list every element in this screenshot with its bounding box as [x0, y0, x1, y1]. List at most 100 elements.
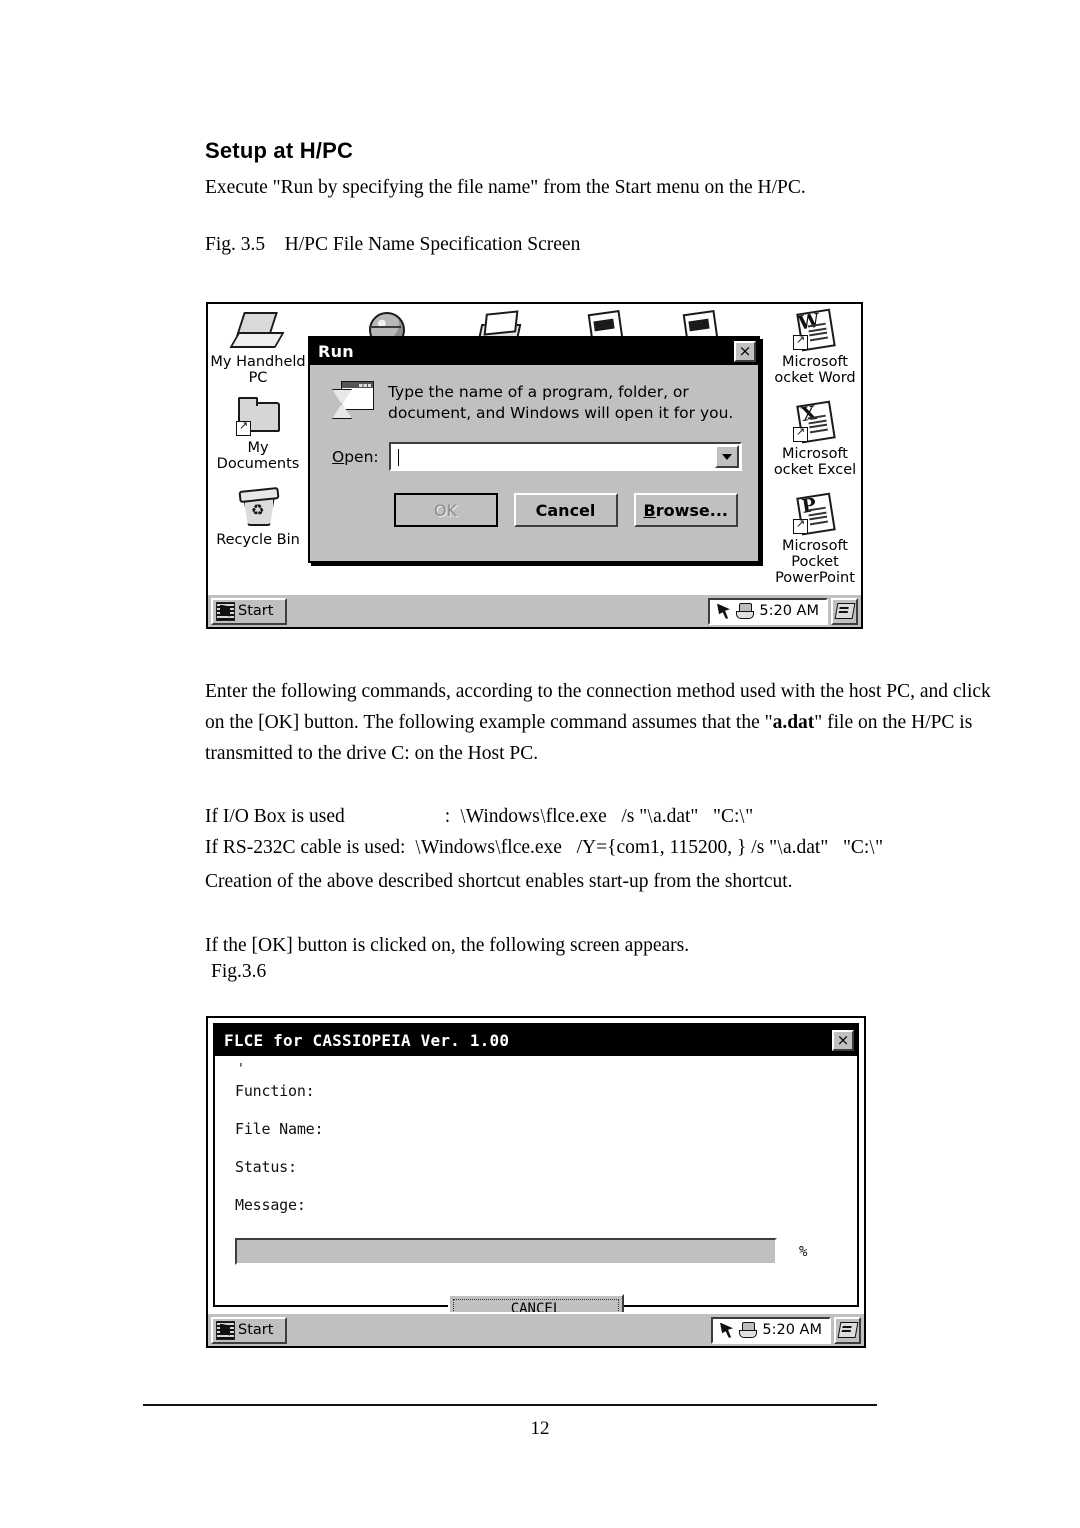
- document-page: Setup at H/PC Execute "Run by specifying…: [0, 0, 1080, 1528]
- run-dialog-description: Type the name of a program, folder, or d…: [388, 379, 733, 424]
- tick-mark: ': [237, 1062, 245, 1077]
- desktop-icon-pocket-excel[interactable]: X Microsoft ocket Excel: [760, 400, 861, 478]
- percent-label: %: [799, 1243, 808, 1260]
- command-drive-2: "C:: [842, 837, 870, 858]
- command-exe-2: flce.exe: [500, 837, 562, 858]
- open-label-rest: pen:: [344, 447, 379, 466]
- desktop-icon-label-2: PC: [248, 370, 268, 386]
- text-caret: [397, 448, 400, 466]
- show-desktop-button[interactable]: [831, 597, 858, 625]
- flce-field-status: Status:: [235, 1158, 297, 1176]
- command-iobox-switches: /s ": [621, 806, 648, 827]
- clock[interactable]: 5:20 AM: [759, 603, 819, 619]
- command-iobox-colon: :: [444, 806, 451, 827]
- footer-divider: [143, 1404, 877, 1406]
- desktop-icon-label: Microsoft: [782, 538, 848, 554]
- run-open-row: Open:: [326, 442, 742, 471]
- open-label: Open:: [332, 448, 379, 466]
- command-path-windows-2: Windows: [420, 837, 495, 858]
- taskbar: Start 5:20 AM: [208, 1312, 864, 1346]
- figure-caption-3-5: Fig. 3.5 H/PC File Name Specification Sc…: [205, 234, 581, 255]
- command-line-iobox: If I/O Box is used: \Windows\flce.exe /s…: [205, 804, 754, 828]
- start-button[interactable]: Start: [211, 597, 287, 625]
- open-label-accel: O: [332, 447, 345, 466]
- command-exe: flce.exe: [545, 806, 607, 827]
- pocket-powerpoint-icon: P: [789, 492, 841, 536]
- desktop-icon-recycle-bin[interactable]: ♻ Recycle Bin: [210, 486, 306, 548]
- desktop-icon-my-documents[interactable]: My Documents: [210, 394, 306, 472]
- system-tray: 5:20 AM: [711, 1316, 831, 1344]
- body-line-2-start: on the [OK] button. The following exampl…: [205, 712, 773, 733]
- body-line-2-end: " file on the H/PC is: [814, 712, 973, 733]
- desktop-icon-label: Recycle Bin: [216, 532, 300, 548]
- pocket-word-icon: W: [789, 308, 841, 352]
- pocket-excel-icon: X: [789, 400, 841, 444]
- run-dialog-titlebar[interactable]: Run ×: [310, 338, 758, 365]
- run-description-line-1: Type the name of a program, folder, or: [388, 383, 689, 401]
- cancel-button[interactable]: Cancel: [513, 493, 618, 527]
- command-trailing-quote: ": [745, 806, 754, 827]
- open-input[interactable]: [391, 448, 715, 466]
- desktop-icon-my-handheld-pc[interactable]: My Handheld PC: [210, 308, 306, 386]
- desktop-icon-pocket-word[interactable]: W Microsoft ocket Word: [760, 308, 861, 386]
- desktop-icon-label-2: ocket Word: [774, 370, 856, 386]
- cursor-icon[interactable]: [720, 1323, 733, 1338]
- desktop-icon-pocket-powerpoint[interactable]: P Microsoft Pocket PowerPoint: [760, 492, 861, 586]
- command-rs232c-switches: /Y={com1, 115200, } /s ": [576, 837, 778, 858]
- command-rs232c-label: If RS-232C cable is used:: [205, 837, 406, 858]
- power-plug-icon[interactable]: [739, 1322, 758, 1338]
- command-iobox-label: If I/O Box is used: [205, 806, 345, 827]
- command-datfile: a.dat": [653, 806, 699, 827]
- progress-bar: [235, 1238, 777, 1265]
- run-dialog: Run × Type the name of a program, folder…: [308, 336, 760, 563]
- taskbar: Start 5:20 AM: [208, 593, 861, 627]
- close-icon[interactable]: ×: [832, 1030, 854, 1051]
- ok-button[interactable]: OK: [393, 493, 498, 527]
- body-line-2-filename: a.dat: [772, 712, 815, 733]
- flce-window-title: FLCE for CASSIOPEIA Ver. 1.00: [224, 1031, 510, 1050]
- desktop-icon-label: My Handheld: [210, 354, 306, 370]
- flce-titlebar[interactable]: FLCE for CASSIOPEIA Ver. 1.00 ×: [215, 1025, 857, 1056]
- folder-shortcut-icon: [232, 394, 284, 438]
- desktop-icon-label-2: Documents: [216, 456, 300, 472]
- browse-button[interactable]: Browse...: [633, 493, 738, 527]
- chevron-down-icon[interactable]: [714, 445, 739, 468]
- flce-field-file-name: File Name:: [235, 1120, 324, 1138]
- desktop-icon-label-2: Pocket: [791, 554, 839, 570]
- body-line-1: Enter the following commands, according …: [205, 681, 991, 702]
- clock[interactable]: 5:20 AM: [762, 1322, 822, 1338]
- run-dialog-description-row: Type the name of a program, folder, or d…: [326, 379, 742, 424]
- body-line-2: on the [OK] button. The following exampl…: [205, 707, 972, 738]
- open-combobox[interactable]: [388, 442, 742, 471]
- start-button[interactable]: Start: [211, 1316, 287, 1344]
- run-dialog-title: Run: [318, 342, 355, 361]
- show-desktop-button[interactable]: [834, 1316, 861, 1344]
- recycle-bin-icon: ♻: [232, 486, 284, 530]
- hpc-desktop: My Handheld PC My Documents ♻ Recycle Bi…: [208, 304, 861, 593]
- start-button-label: Start: [238, 1322, 274, 1338]
- power-plug-icon[interactable]: [736, 603, 755, 619]
- desktop-icon-label: Microsoft: [782, 446, 848, 462]
- page-number: 12: [530, 1418, 550, 1439]
- figure-caption-3-6: Fig.3.6: [211, 961, 267, 982]
- flce-field-function: Function:: [235, 1082, 315, 1100]
- desktop-icon: [834, 603, 855, 619]
- run-description-line-2: document, and Windows will open it for y…: [388, 404, 734, 422]
- command-path-windows: Windows: [465, 806, 540, 827]
- figure-hpc-desktop-screenshot: My Handheld PC My Documents ♻ Recycle Bi…: [206, 302, 863, 629]
- command-datfile-2: a.dat": [782, 837, 829, 858]
- cursor-icon[interactable]: [717, 604, 730, 619]
- desktop-icon-label-2: ocket Excel: [773, 462, 857, 478]
- flce-window: FLCE for CASSIOPEIA Ver. 1.00 × ' Functi…: [213, 1023, 859, 1324]
- desktop-icon-label-3: PowerPoint: [775, 570, 855, 586]
- desktop-icon: [837, 1322, 858, 1338]
- run-dialog-body: Type the name of a program, folder, or d…: [310, 365, 758, 561]
- run-hourglass-window-icon: [332, 381, 374, 419]
- browse-rest: rowse...: [655, 500, 728, 520]
- shortcut-note: Creation of the above described shortcut…: [205, 871, 793, 892]
- flce-body: ' Function: File Name: Status: Message: …: [215, 1056, 857, 1324]
- progress-row: %: [235, 1238, 839, 1265]
- command-trailing-quote-2: ": [875, 837, 884, 858]
- windows-flag-icon: [216, 1320, 235, 1340]
- close-icon[interactable]: ×: [734, 341, 756, 362]
